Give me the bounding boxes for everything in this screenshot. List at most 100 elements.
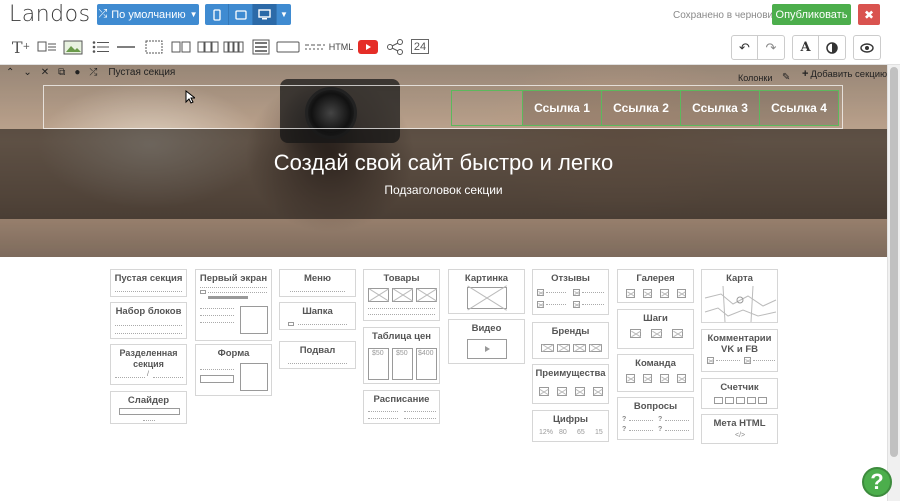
button-tool-icon[interactable]	[276, 37, 300, 57]
wire-line	[368, 411, 398, 412]
hero-subtitle[interactable]: Подзаголовок секции	[0, 183, 887, 197]
block-empty-section[interactable]: Пустая секция	[110, 269, 187, 297]
figure-value: 80	[559, 429, 567, 436]
counter-digit	[725, 397, 734, 404]
page-scrollbar[interactable]	[887, 65, 900, 501]
color-drop-icon[interactable]: ●	[74, 67, 80, 78]
shuffle-icon[interactable]: ⤮	[89, 67, 97, 78]
block-team[interactable]: Команда	[617, 354, 694, 392]
spacer-tool-icon[interactable]	[145, 37, 163, 57]
close-button[interactable]: ✖	[858, 4, 880, 25]
block-slider[interactable]: Слайдер	[110, 391, 187, 424]
block-first-screen[interactable]: Первый экран	[195, 269, 272, 341]
wrench-icon[interactable]: ✎	[782, 72, 790, 83]
font-settings-button[interactable]: A	[792, 35, 819, 60]
block-comments[interactable]: Комментарии VK и FB	[701, 329, 778, 372]
preview-button[interactable]	[853, 35, 881, 60]
block-title: Комментарии VK и FB	[707, 333, 772, 355]
block-video[interactable]: Видео	[448, 319, 525, 364]
redo-button[interactable]: ↷	[758, 35, 785, 60]
block-title: Расписание	[373, 394, 430, 405]
wire-image	[467, 287, 507, 309]
desktop-view-button[interactable]	[253, 4, 277, 25]
columns-label[interactable]: Колонки	[738, 73, 772, 83]
price-col: $50	[392, 348, 413, 380]
app-logo[interactable]: Landos	[9, 2, 91, 27]
menu-link-2[interactable]: Ссылка 2	[601, 91, 680, 125]
price-col: $50	[368, 348, 389, 380]
chevron-up-icon[interactable]: ⌃	[6, 67, 14, 78]
slider-dots	[143, 420, 155, 421]
scrollbar-thumb[interactable]	[890, 67, 898, 457]
block-gallery[interactable]: Галерея	[617, 269, 694, 303]
text-tool-icon[interactable]: T +	[11, 37, 31, 57]
block-goods[interactable]: Товары	[363, 269, 440, 321]
tablet-icon	[234, 9, 247, 20]
wire-image	[589, 344, 602, 352]
list-tool-icon[interactable]	[92, 37, 110, 57]
desktop-icon	[258, 9, 271, 20]
youtube-icon[interactable]	[358, 37, 378, 57]
block-meta-html[interactable]: Мета HTML </>	[701, 414, 778, 444]
mobile-view-button[interactable]	[205, 4, 229, 25]
block-title: Видео	[471, 323, 502, 334]
publish-button[interactable]: Опубликовать	[772, 4, 851, 25]
close-icon[interactable]: ✕	[41, 67, 49, 78]
block-title: Шаги	[643, 313, 668, 324]
wire-image	[660, 289, 669, 298]
menu-link-1[interactable]: Ссылка 1	[522, 91, 601, 125]
tablet-view-button[interactable]	[229, 4, 253, 25]
copy-icon[interactable]: ⧉	[58, 67, 65, 78]
block-header[interactable]: Шапка	[279, 302, 356, 330]
block-divided-section[interactable]: Разделенная секция /	[110, 344, 187, 385]
block-schedule[interactable]: Расписание	[363, 390, 440, 424]
wire-box	[240, 363, 268, 391]
timer-tool[interactable]: 24	[411, 39, 429, 54]
block-form[interactable]: Форма	[195, 344, 272, 396]
contrast-button[interactable]	[819, 35, 846, 60]
block-steps[interactable]: Шаги	[617, 309, 694, 349]
two-columns-tool-icon[interactable]	[171, 37, 191, 57]
divider-slash: /	[147, 371, 149, 378]
block-price-table[interactable]: Таблица цен $50 $50 $400	[363, 327, 440, 384]
menu-link-4[interactable]: Ссылка 4	[759, 91, 838, 125]
block-set[interactable]: Набор блоков	[110, 302, 187, 339]
share-icon[interactable]	[385, 37, 405, 57]
hero-title[interactable]: Создай свой сайт быстро и легко	[0, 150, 887, 176]
price-value: $50	[372, 350, 384, 357]
block-counter[interactable]: Счетчик	[701, 378, 778, 409]
block-brands[interactable]: Бренды	[532, 322, 609, 359]
block-footer[interactable]: Подвал	[279, 341, 356, 369]
three-columns-tool-icon[interactable]	[197, 37, 219, 57]
menu-link-3[interactable]: Ссылка 3	[680, 91, 759, 125]
form-tool-icon[interactable]	[251, 37, 271, 57]
block-advantages[interactable]: Преимущества	[532, 364, 609, 404]
image-tool-icon[interactable]	[63, 37, 83, 57]
preset-dropdown[interactable]: ⤮ По умолчанию ▼	[97, 4, 199, 25]
mouse-cursor-icon	[185, 90, 195, 104]
block-title: Таблица цен	[371, 331, 432, 342]
block-figures[interactable]: Цифры 12% 80 65 15	[532, 410, 609, 442]
block-map[interactable]: Карта	[701, 269, 778, 323]
chevron-down-icon[interactable]: ⌄	[23, 67, 31, 78]
block-reviews[interactable]: Отзывы	[532, 269, 609, 315]
help-button[interactable]: ?	[862, 467, 892, 497]
html-tool[interactable]: HTML	[329, 37, 354, 57]
wire-image	[630, 329, 641, 338]
block-picture[interactable]: Картинка	[448, 269, 525, 314]
separator-tool-icon[interactable]	[305, 37, 325, 57]
price-col: $400	[416, 348, 437, 380]
divider-tool-icon[interactable]	[117, 37, 135, 57]
wire-line	[665, 430, 689, 431]
wire-line	[582, 292, 604, 293]
wire-image	[672, 329, 683, 338]
four-columns-tool-icon[interactable]	[223, 37, 245, 57]
text-image-tool-icon[interactable]	[37, 37, 57, 57]
device-menu-button[interactable]: ▼	[277, 4, 291, 25]
block-questions[interactable]: Вопросы ? ? ? ?	[617, 397, 694, 440]
block-title: Подвал	[299, 345, 336, 356]
add-section-button[interactable]: + Добавить секцию	[802, 68, 887, 80]
block-title: Команда	[635, 358, 676, 369]
undo-button[interactable]: ↶	[731, 35, 758, 60]
block-menu[interactable]: Меню	[279, 269, 356, 297]
